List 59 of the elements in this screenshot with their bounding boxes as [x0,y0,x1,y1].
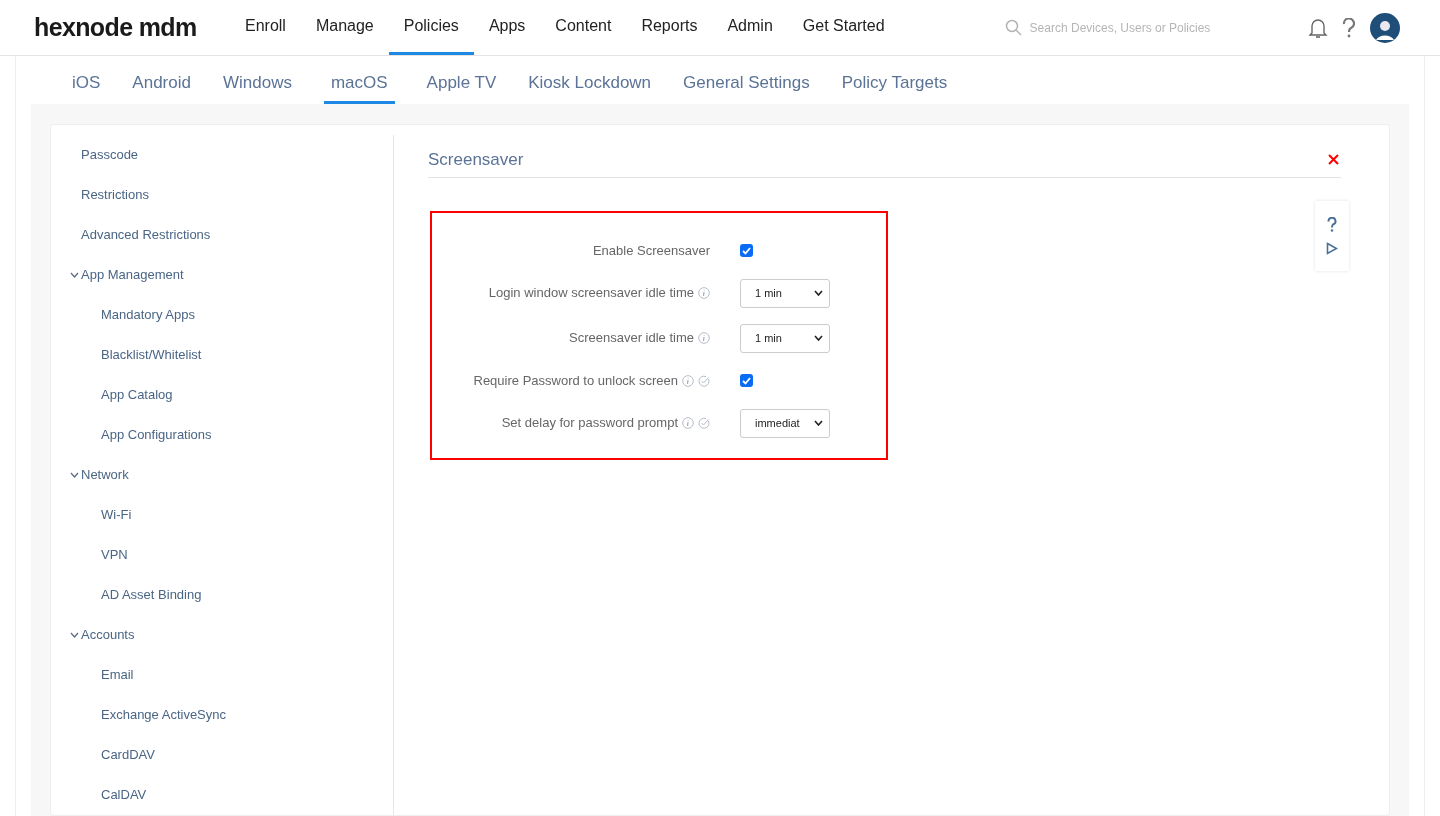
chevron-icon[interactable] [70,272,79,278]
platform-tab[interactable]: General Settings [683,69,810,104]
search-icon [1004,19,1022,36]
platform-tab[interactable]: Kiosk Lockdown [528,69,652,104]
platform-tab[interactable]: Policy Targets [841,69,948,104]
setting-label: Screensaver idle time [569,329,694,348]
nav-link[interactable]: Enroll [230,0,301,55]
check-circle-icon [698,417,710,429]
platform-tab[interactable]: Android [132,69,191,104]
chevron-icon [814,290,823,296]
sidebar-item[interactable]: Exchange ActiveSync [101,705,227,725]
sidebar-item[interactable]: Wi-Fi [101,505,132,525]
close-icon[interactable] [1328,154,1339,166]
nav-link[interactable]: Reports [626,0,713,55]
dropdown[interactable]: immediat [740,408,830,438]
help-icon[interactable] [1327,217,1337,232]
sidebar-item[interactable]: App Management [81,265,184,285]
dropdown[interactable]: 1 min [740,323,830,353]
section-title: Screensaver [428,149,524,171]
dropdown[interactable]: 1 min [740,278,830,308]
platform-tab[interactable]: Windows [222,69,292,104]
sidebar-item[interactable]: Advanced Restrictions [81,225,211,245]
sidebar-item[interactable]: Blacklist/Whitelist [101,345,202,365]
logo[interactable]: hexnode mdm [34,8,230,47]
avatar-icon[interactable] [1370,12,1400,43]
sidebar-item[interactable]: Network [81,465,129,485]
platform-tab[interactable]: Apple TV [426,69,497,104]
nav-link[interactable]: Get Started [787,0,900,55]
sidebar-item[interactable]: Passcode [81,145,139,165]
sidebar-item[interactable]: App Catalog [101,385,173,405]
play-icon[interactable] [1326,242,1338,255]
checkbox[interactable] [740,244,753,257]
setting-label: Set delay for password prompt [501,414,678,433]
checkbox[interactable] [740,374,753,387]
setting-label: Enable Screensaver [592,241,710,260]
nav-link[interactable]: Admin [712,0,788,55]
check-circle-icon [698,374,710,387]
chevron-icon[interactable] [70,632,79,638]
setting-label: Login window screensaver idle time [488,284,694,303]
sidebar-item[interactable]: AD Asset Binding [101,585,202,605]
help-icon[interactable] [1342,17,1356,38]
nav-link[interactable]: Manage [300,0,389,55]
search-field[interactable]: Search Devices, Users or Policies [1004,18,1265,37]
chevron-icon [814,420,823,426]
chevron-icon [814,335,823,341]
sidebar-item[interactable]: VPN [101,545,128,565]
nav-link[interactable]: Content [540,0,627,55]
sidebar-item[interactable]: CalDAV [101,785,147,805]
sidebar-item[interactable]: App Configurations [101,425,212,445]
nav-link[interactable]: Apps [473,0,541,55]
chevron-icon[interactable] [70,472,79,478]
bell-icon[interactable] [1308,16,1328,39]
setting-label: Require Password to unlock screen [473,371,678,390]
sidebar-item[interactable]: Mandatory Apps [101,305,195,325]
sidebar-item[interactable]: CardDAV [101,745,155,765]
platform-tab[interactable]: iOS [72,69,101,104]
sidebar-item[interactable]: Email [101,665,134,685]
sidebar-item[interactable]: Restrictions [81,185,149,205]
sidebar-item[interactable]: Accounts [81,625,135,645]
